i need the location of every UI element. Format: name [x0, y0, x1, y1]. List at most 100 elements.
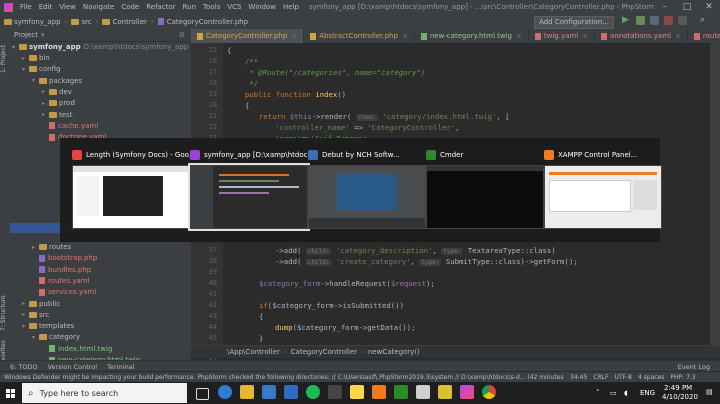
- tree-item[interactable]: bootstrap.php: [32, 254, 97, 262]
- switcher-window[interactable]: Cmder: [426, 148, 544, 229]
- project-tool-tab[interactable]: 1: Project: [0, 33, 10, 73]
- crumb-controller[interactable]: Controller: [102, 18, 147, 26]
- store-icon[interactable]: [262, 385, 276, 399]
- editor-tab[interactable]: annotations.yaml ×: [595, 29, 688, 43]
- tree-item[interactable]: bundles.php: [32, 266, 91, 274]
- php-version[interactable]: PHP: 7.3: [670, 374, 695, 381]
- editor-tab[interactable]: CategoryController.php ×: [191, 29, 305, 43]
- crumb-project[interactable]: symfony_app: [4, 18, 61, 26]
- tree-item[interactable]: index.html.twig: [42, 345, 112, 353]
- todo-tool-button[interactable]: 6: TODO: [10, 363, 38, 371]
- menu-run[interactable]: Run: [183, 3, 196, 11]
- structure-tool-tab[interactable]: 7: Structure: [0, 291, 10, 331]
- status-message[interactable]: Windows Defender might be impacting your…: [4, 374, 564, 381]
- tree-item[interactable]: ▸ dev: [42, 88, 72, 96]
- note-icon[interactable]: [350, 385, 364, 399]
- switcher-window[interactable]: Debut by NCH Softw...: [308, 148, 426, 229]
- maximize-icon[interactable]: □: [676, 2, 698, 12]
- spotify-icon[interactable]: [306, 385, 320, 399]
- tree-item[interactable]: ▸ test: [42, 111, 72, 119]
- taskbar-search-box[interactable]: ⌕ Type here to search: [22, 383, 187, 403]
- crumb-src[interactable]: src: [71, 18, 92, 26]
- menu-help[interactable]: Help: [283, 3, 299, 11]
- stop-icon[interactable]: [664, 16, 673, 25]
- volume-icon[interactable]: ◖: [624, 389, 628, 397]
- gear-icon[interactable]: ⚙: [179, 31, 185, 39]
- crumb-file[interactable]: CategoryController.php: [157, 18, 248, 26]
- crumb-method[interactable]: newCategory(): [368, 348, 420, 356]
- phpstorm-icon[interactable]: [460, 385, 474, 399]
- switcher-window[interactable]: symfony_app [D:\xamp\htdoc...: [188, 148, 310, 231]
- menu-vcs[interactable]: VCS: [227, 3, 241, 11]
- task-view-icon[interactable]: [196, 388, 209, 400]
- mail-icon[interactable]: [284, 385, 298, 399]
- menu-view[interactable]: View: [59, 3, 76, 11]
- event-log-button[interactable]: Event Log: [678, 363, 710, 371]
- tree-item[interactable]: ▸ routes: [32, 243, 71, 251]
- edge-icon[interactable]: [218, 385, 232, 399]
- editor-tab[interactable]: twig.yaml ×: [529, 29, 596, 43]
- xampp-icon[interactable]: [372, 385, 386, 399]
- app-icon[interactable]: [438, 385, 452, 399]
- file-encoding[interactable]: UTF-8: [614, 374, 632, 381]
- tree-root[interactable]: ▾ symfony_app D:\xamp\htdocs\symfony_app: [12, 43, 188, 51]
- menu-navigate[interactable]: Navigate: [83, 3, 114, 11]
- minimize-icon[interactable]: –: [654, 2, 676, 12]
- close-tab-icon[interactable]: ×: [291, 32, 297, 40]
- run-icon[interactable]: ▶: [622, 16, 631, 25]
- terminal-icon[interactable]: [328, 385, 342, 399]
- tree-item[interactable]: ▾ packages: [32, 77, 82, 85]
- tree-item[interactable]: ▾ templates: [22, 322, 74, 330]
- search-everywhere-icon[interactable]: ⌕: [700, 16, 709, 25]
- notifications-icon[interactable]: ▤: [706, 388, 713, 396]
- tree-item[interactable]: ▾ config: [22, 65, 60, 73]
- file-explorer-icon[interactable]: [240, 385, 254, 399]
- tree-item[interactable]: ▸ public: [22, 300, 60, 308]
- chevron-down-icon[interactable]: ▾: [41, 31, 45, 39]
- close-tab-icon[interactable]: ×: [582, 32, 588, 40]
- clock-time[interactable]: 2:49 PM: [664, 384, 692, 392]
- menu-edit[interactable]: Edit: [39, 3, 53, 11]
- close-tab-icon[interactable]: ×: [402, 32, 408, 40]
- indent-setting[interactable]: 4 spaces: [638, 374, 664, 381]
- switcher-window[interactable]: XAMPP Control Panel...: [544, 148, 662, 229]
- tree-item[interactable]: routes.yaml: [32, 277, 90, 285]
- windows-start-icon[interactable]: [6, 388, 15, 398]
- tree-item[interactable]: ▾ category: [32, 333, 80, 341]
- version-control-tool-button[interactable]: Version Control: [48, 363, 97, 371]
- line-ending[interactable]: CRLF: [593, 374, 608, 381]
- menu-window[interactable]: Window: [248, 3, 276, 11]
- language-indicator[interactable]: ENG: [640, 389, 655, 397]
- add-configuration-button[interactable]: Add Configuration...: [534, 16, 614, 29]
- project-view-selector[interactable]: Project: [14, 31, 38, 39]
- crumb-namespace[interactable]: \App\Controller: [227, 348, 280, 356]
- build-icon[interactable]: [678, 16, 687, 25]
- menu-file[interactable]: File: [20, 3, 32, 11]
- close-tab-icon[interactable]: ×: [675, 32, 681, 40]
- close-icon[interactable]: ✕: [698, 2, 720, 12]
- tray-chevron-up-icon[interactable]: ˄: [596, 389, 600, 397]
- editor-tab[interactable]: new-category.html.twig ×: [415, 29, 529, 43]
- tree-item[interactable]: ▸ bin: [22, 54, 50, 62]
- menu-tools[interactable]: Tools: [203, 3, 220, 11]
- coverage-icon[interactable]: [650, 16, 659, 25]
- menu-code[interactable]: Code: [121, 3, 139, 11]
- tree-item[interactable]: ▸ prod: [42, 99, 75, 107]
- caret-position[interactable]: 34:45: [570, 374, 587, 381]
- editor-tab[interactable]: routes.yaml×: [688, 29, 720, 43]
- menu-refactor[interactable]: Refactor: [146, 3, 175, 11]
- tree-item[interactable]: cache.yaml: [42, 122, 98, 130]
- switcher-window[interactable]: Length (Symfony Docs) - Goo...: [72, 148, 190, 229]
- editor-tab[interactable]: AbstractController.php ×: [304, 29, 415, 43]
- clock-date[interactable]: 4/10/2020: [662, 393, 698, 401]
- network-icon[interactable]: ▭: [610, 389, 617, 397]
- tree-item[interactable]: ▸ src: [22, 311, 49, 319]
- terminal-tool-button[interactable]: Terminal: [107, 363, 134, 371]
- chrome-icon[interactable]: [482, 385, 496, 399]
- close-tab-icon[interactable]: ×: [516, 32, 522, 40]
- editor-icon[interactable]: [394, 385, 408, 399]
- crumb-class[interactable]: CategoryController: [291, 348, 357, 356]
- app-icon[interactable]: [416, 385, 430, 399]
- tree-item[interactable]: services.yaml: [32, 288, 96, 296]
- debug-icon[interactable]: [636, 16, 645, 25]
